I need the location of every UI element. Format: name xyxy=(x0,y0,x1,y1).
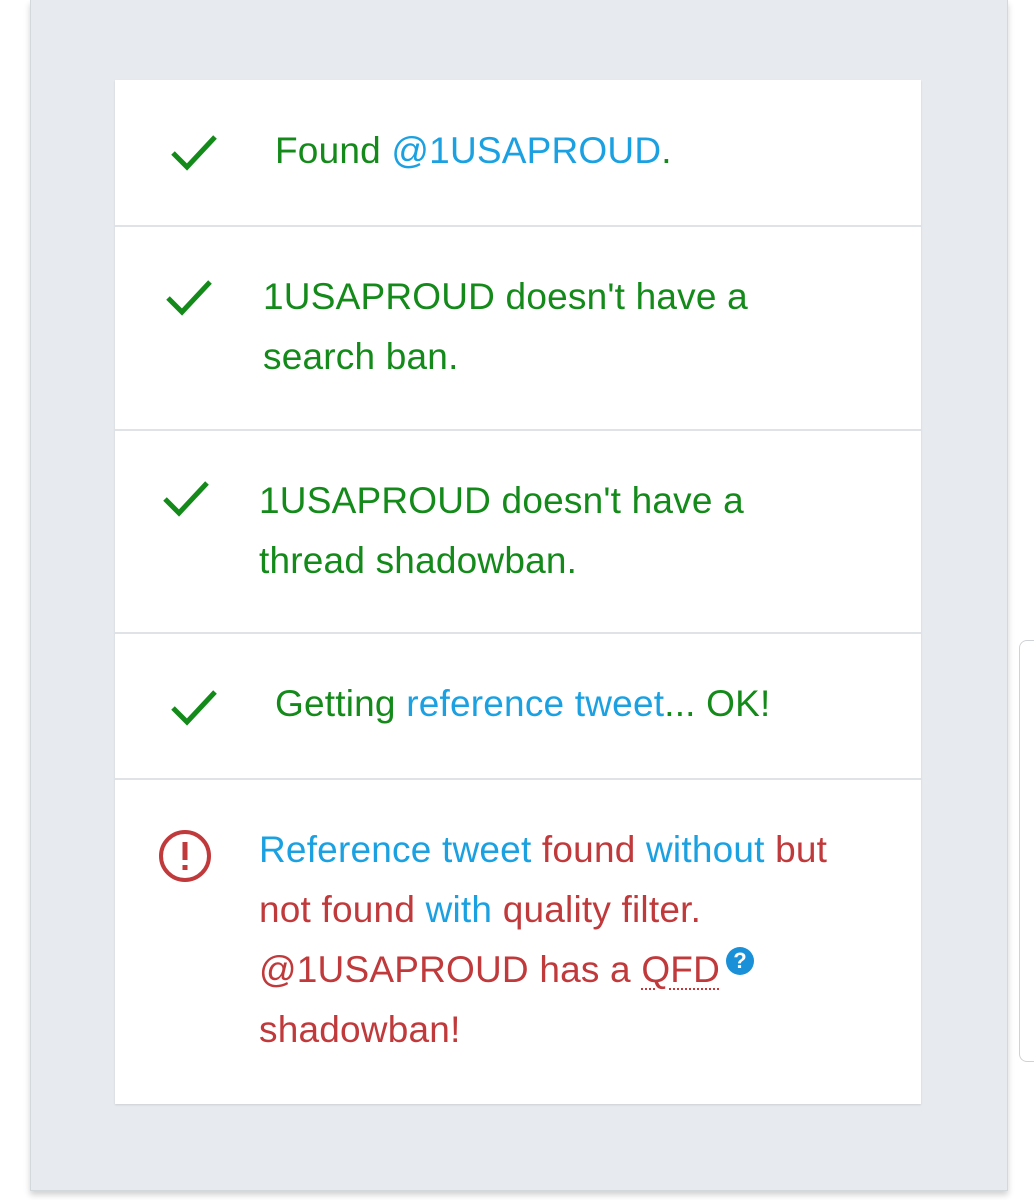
period-text: . xyxy=(661,130,672,171)
result-row-found: Found @1USAPROUD. xyxy=(115,80,921,227)
help-icon[interactable]: ? xyxy=(726,947,755,975)
message-line: 1USAPROUD doesn't have a xyxy=(263,276,748,317)
message-line: @1USAPROUD has a QFD? xyxy=(259,940,827,1000)
message-line: shadowban! xyxy=(259,1009,461,1050)
reference-tweet-link[interactable]: reference tweet xyxy=(406,683,664,724)
message-line: Reference tweet found without but xyxy=(259,820,827,880)
result-message: 1USAPROUD doesn't have a search ban. xyxy=(263,267,748,387)
result-message: 1USAPROUD doesn't have a thread shadowba… xyxy=(259,471,744,591)
handle-has-a-text: @1USAPROUD has a xyxy=(259,949,631,990)
check-icon xyxy=(171,690,217,726)
results-card: Found @1USAPROUD. 1USAPROUD doesn't have… xyxy=(115,80,921,1104)
quality-filter-text: quality filter. xyxy=(502,889,702,930)
check-icon xyxy=(163,481,209,517)
but-text: but xyxy=(775,829,828,870)
result-message: Getting reference tweet... OK! xyxy=(275,674,770,734)
result-row-qfd-shadowban: Reference tweet found without but not fo… xyxy=(115,780,921,1104)
qfd-abbreviation[interactable]: QFD xyxy=(641,949,720,990)
without-link[interactable]: without xyxy=(646,829,765,870)
message-line: 1USAPROUD doesn't have a xyxy=(259,480,744,521)
ok-text: ... OK! xyxy=(664,683,771,724)
result-row-reference-tweet: Getting reference tweet... OK! xyxy=(115,634,921,780)
handle-link[interactable]: @1USAPROUD xyxy=(391,130,661,171)
exclamation-circle-icon xyxy=(159,830,211,882)
message-line: thread shadowban. xyxy=(259,540,578,581)
scrollbar-thumb[interactable] xyxy=(1019,640,1034,1062)
found-text: found xyxy=(541,829,636,870)
check-icon xyxy=(171,135,217,171)
getting-text: Getting xyxy=(275,683,407,724)
result-message: Reference tweet found without but not fo… xyxy=(259,820,827,1060)
result-row-thread-shadowban: 1USAPROUD doesn't have a thread shadowba… xyxy=(115,431,921,634)
found-text: Found xyxy=(275,130,392,171)
with-link[interactable]: with xyxy=(426,889,493,930)
result-row-search-ban: 1USAPROUD doesn't have a search ban. xyxy=(115,227,921,431)
check-icon xyxy=(166,280,212,316)
not-found-text: not found xyxy=(259,889,416,930)
message-line: not found with quality filter. xyxy=(259,880,827,940)
message-line: search ban. xyxy=(263,336,459,377)
result-message: Found @1USAPROUD. xyxy=(275,121,672,181)
reference-tweet-link[interactable]: Reference tweet xyxy=(259,829,531,870)
